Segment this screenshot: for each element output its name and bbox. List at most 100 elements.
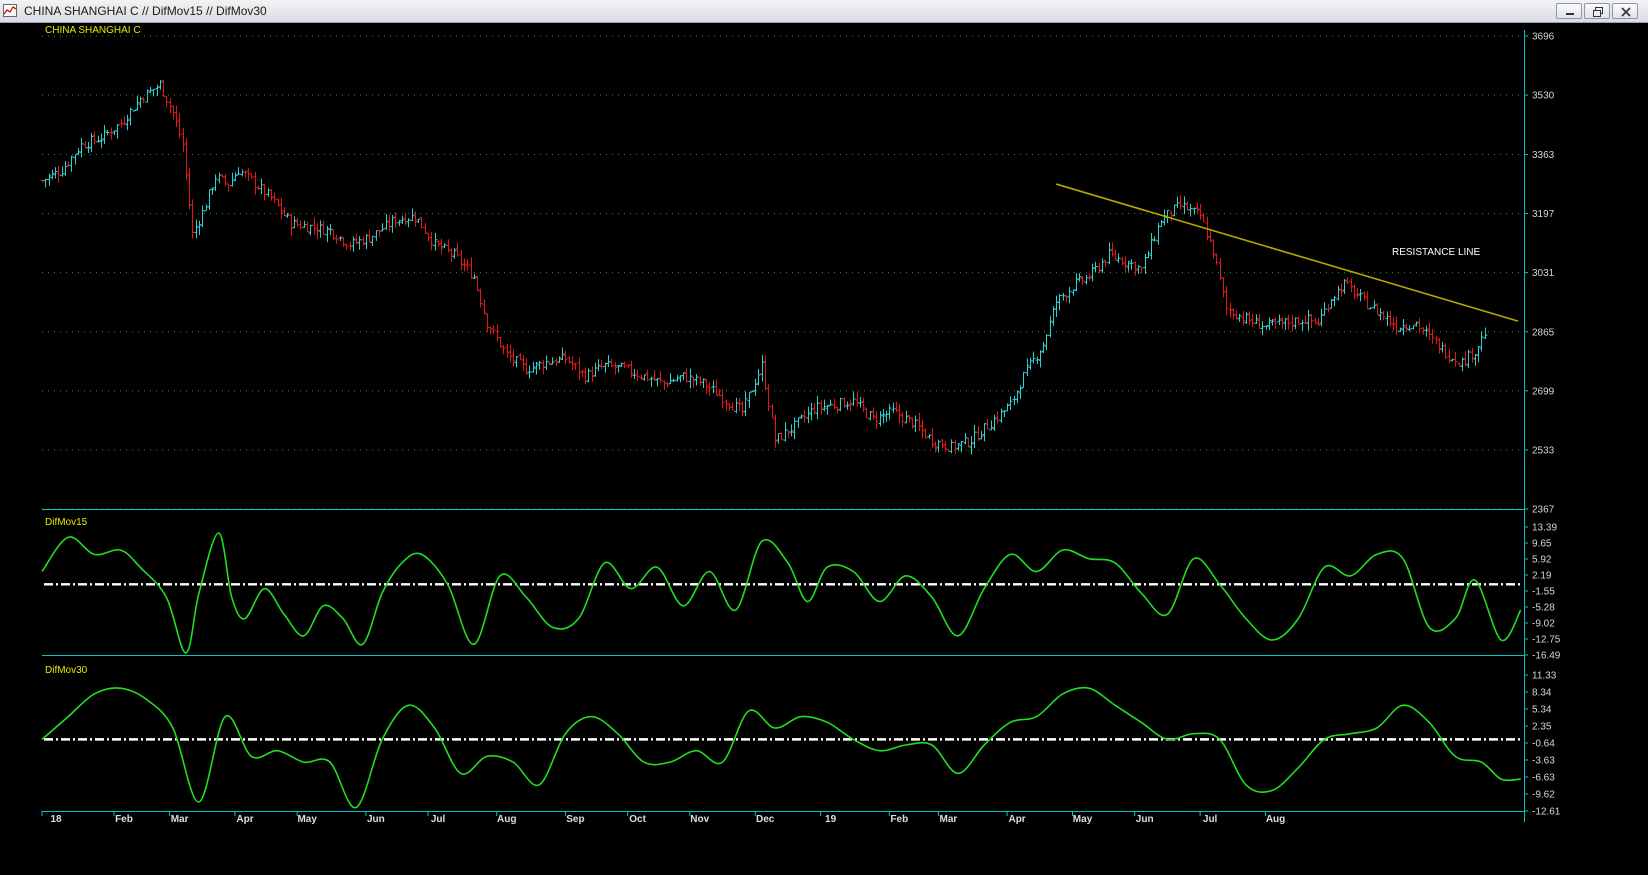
ohlc-bar: [1355, 287, 1360, 299]
ohlc-bar: [1319, 308, 1324, 327]
ohlc-bar: [1169, 211, 1174, 222]
ohlc-bar: [315, 223, 320, 240]
ohlc-bar: [1375, 302, 1380, 315]
ohlc-bar: [475, 275, 480, 291]
ohlc-bar: [1228, 302, 1233, 319]
ohlc-bar: [1048, 316, 1053, 338]
ohlc-bar: [518, 353, 523, 360]
ohlc-bar: [563, 350, 568, 365]
x-tick-label: Aug: [1266, 814, 1285, 825]
ohlc-bar: [966, 437, 971, 448]
y-tick-label: 8.34: [1532, 687, 1552, 698]
ohlc-bar: [635, 369, 640, 381]
ohlc-bar: [855, 392, 860, 407]
ohlc-bar: [1123, 256, 1128, 273]
ohlc-bar: [400, 215, 405, 225]
ohlc-bar: [1074, 273, 1079, 292]
x-tick-label: Mar: [171, 814, 189, 825]
ohlc-bar: [442, 243, 447, 249]
ohlc-bar: [1071, 289, 1076, 296]
minimize-button[interactable]: [1556, 3, 1582, 19]
ohlc-bar: [501, 344, 506, 355]
ohlc-bar: [904, 410, 909, 424]
ohlc-bar: [1028, 357, 1033, 370]
ohlc-bar: [1201, 212, 1206, 223]
title-bar[interactable]: CHINA SHANGHAI C // DifMov15 // DifMov30: [0, 0, 1648, 23]
ohlc-bar: [390, 214, 395, 233]
ohlc-bar: [308, 224, 313, 236]
ohlc-bar: [1257, 313, 1262, 329]
ohlc-bar: [1303, 315, 1308, 325]
ohlc-bar: [194, 219, 199, 239]
ohlc-bar: [269, 189, 274, 201]
ohlc-bar: [43, 178, 48, 188]
ohlc-bar: [1221, 277, 1226, 298]
ohlc-bar: [1008, 396, 1013, 411]
y-tick-label: 5.92: [1532, 555, 1552, 566]
ohlc-bar: [819, 400, 824, 415]
y-tick-label: -12.61: [1532, 807, 1561, 818]
ohlc-bar: [868, 411, 873, 421]
ohlc-bar: [619, 362, 624, 368]
close-button[interactable]: [1612, 3, 1638, 19]
ohlc-bar: [671, 378, 676, 382]
ohlc-bar: [1188, 203, 1193, 217]
ohlc-bar: [675, 374, 680, 382]
ohlc-bar: [132, 109, 137, 112]
ohlc-bar: [891, 402, 896, 413]
window-title: CHINA SHANGHAI C // DifMov15 // DifMov30: [24, 4, 267, 18]
ohlc-bar: [740, 401, 745, 417]
x-tick-label: Jul: [1203, 814, 1218, 825]
ohlc-bar: [707, 381, 712, 396]
x-tick-label: 19: [825, 814, 837, 825]
ohlc-bar: [573, 362, 578, 370]
ohlc-bar: [505, 343, 510, 358]
ohlc-bar: [79, 137, 84, 158]
ohlc-bar: [240, 169, 245, 177]
ohlc-bar: [387, 214, 392, 232]
ohlc-bar: [1116, 253, 1121, 264]
ohlc-bar: [469, 257, 474, 279]
x-tick-label: Dec: [756, 814, 775, 825]
ohlc-bar: [747, 392, 752, 408]
ohlc-bar: [851, 391, 856, 406]
chart-area[interactable]: 3696 3530 3363 3197 3031 2865 2699 2533 2367 13.3…: [0, 22, 1648, 875]
ohlc-bar: [1434, 335, 1439, 345]
restore-button[interactable]: [1584, 3, 1610, 19]
ohlc-bar: [325, 225, 330, 243]
ohlc-bar: [766, 384, 771, 412]
ohlc-bar: [1044, 334, 1049, 351]
ohlc-bar: [897, 403, 902, 424]
ohlc-bar: [305, 221, 310, 233]
ohlc-bar: [1054, 295, 1059, 318]
ohlc-bar: [259, 178, 264, 194]
ohlc-bar: [1113, 249, 1118, 261]
ohlc-bar: [213, 174, 218, 191]
ohlc-bar: [969, 436, 974, 455]
ohlc-bar: [1368, 307, 1373, 310]
ohlc-bar: [63, 161, 68, 176]
ohlc-bar: [999, 408, 1004, 423]
ohlc-bar: [586, 368, 591, 383]
ohlc-bar: [364, 234, 369, 250]
y-tick-label: -1.55: [1532, 587, 1555, 598]
ohlc-bar: [1237, 313, 1242, 322]
ohlc-bar: [370, 235, 375, 246]
ohlc-bar: [1126, 260, 1131, 272]
ohlc-bar: [190, 199, 195, 239]
ohlc-bar: [357, 236, 362, 250]
x-tick-label: Apr: [236, 814, 253, 825]
ohlc-bar: [527, 365, 532, 379]
ohlc-bar: [1440, 342, 1445, 353]
y-tick-label: 2.35: [1532, 722, 1552, 733]
ohlc-bar: [900, 412, 905, 427]
ohlc-bar: [472, 273, 477, 280]
ohlc-bar: [1129, 259, 1134, 270]
ohlc-bar: [956, 443, 961, 452]
ohlc-bar: [949, 439, 954, 454]
y-tick-label: 9.65: [1532, 539, 1552, 550]
ohlc-bar: [940, 438, 945, 448]
ohlc-bar: [1362, 291, 1367, 301]
ohlc-bar: [312, 217, 317, 235]
ohlc-bar: [1172, 204, 1177, 217]
